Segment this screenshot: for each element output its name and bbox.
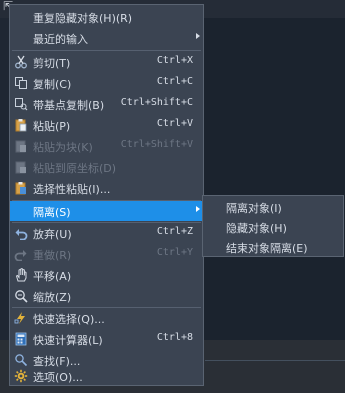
menu-item-label: 带基点复制(B): [33, 99, 105, 112]
menu-item-paste-original-coords: 粘贴到原坐标(D): [10, 157, 203, 177]
menu-item-undo[interactable]: 放弃(U) Ctrl+Z: [10, 223, 203, 243]
command-line-divider: [205, 360, 345, 361]
submenu-item-label: 隔离对象(I): [226, 202, 282, 215]
menu-item-label: 缩放(Z): [33, 291, 72, 304]
menu-item-quick-select[interactable]: 快速选择(Q)...: [10, 308, 203, 328]
menu-item-label: 剪切(T): [33, 57, 71, 70]
menu-separator: [12, 50, 201, 51]
isolate-submenu: 隔离对象(I) 隐藏对象(H) 结束对象隔离(E): [202, 195, 344, 257]
menu-item-label: 选项(O)...: [33, 371, 83, 384]
menu-item-label: 粘贴到原坐标(D): [33, 162, 117, 175]
menu-item-label: 快速计算器(L): [33, 334, 103, 347]
undo-icon: [15, 229, 28, 240]
submenu-item-end-isolation[interactable]: 结束对象隔离(E): [203, 237, 343, 257]
menu-item-label: 粘贴为块(K): [33, 141, 93, 154]
submenu-item-isolate-objects[interactable]: 隔离对象(I): [203, 197, 343, 217]
pan-hand-icon: [15, 268, 27, 282]
menu-item-redo: 重做(R) Ctrl+Y: [10, 244, 203, 264]
menu-item-copy[interactable]: 复制(C) Ctrl+C: [10, 73, 203, 93]
menu-item-label: 复制(C): [33, 78, 72, 91]
zoom-icon: [15, 290, 28, 303]
menu-item-zoom[interactable]: 缩放(Z): [10, 286, 203, 306]
menu-item-copy-basepoint[interactable]: 带基点复制(B) Ctrl+Shift+C: [10, 94, 203, 114]
copy-icon: [15, 77, 27, 89]
menu-item-repeat-hide[interactable]: 重复隐藏对象(H)(R): [10, 7, 203, 27]
options-gear-icon: [14, 369, 28, 383]
menu-item-shortcut: Ctrl+8: [156, 332, 193, 343]
menu-item-quick-calc[interactable]: 快速计算器(L) Ctrl+8: [10, 329, 203, 349]
menu-item-label: 快速选择(Q)...: [33, 313, 105, 326]
redo-icon: [14, 250, 27, 261]
menu-item-shortcut: Ctrl+Y: [156, 247, 193, 258]
menu-item-pan[interactable]: 平移(A): [10, 265, 203, 285]
menu-item-shortcut: Ctrl+X: [156, 55, 193, 66]
menu-item-label: 重复隐藏对象(H)(R): [33, 12, 133, 25]
submenu-arrow-icon: [196, 206, 200, 212]
submenu-item-label: 隐藏对象(H): [226, 222, 287, 235]
menu-item-shortcut: Ctrl+Z: [156, 226, 193, 237]
menu-item-label: 粘贴(P): [33, 120, 71, 133]
paste-original-coords-icon: [15, 161, 26, 174]
menu-item-label: 平移(A): [33, 270, 72, 283]
context-menu: 重复隐藏对象(H)(R) 最近的输入 剪切(T) Ctrl+X 复制(C) Ct…: [9, 4, 204, 386]
menu-item-label: 隔离(S): [33, 206, 71, 219]
menu-item-paste-as-block: 粘贴为块(K) Ctrl+Shift+V: [10, 136, 203, 156]
submenu-arrow-icon: [196, 33, 200, 39]
submenu-item-hide-objects[interactable]: 隐藏对象(H): [203, 217, 343, 237]
menu-item-paste-special[interactable]: 选择性粘贴(I)...: [10, 178, 203, 198]
menu-item-shortcut: Ctrl+Shift+V: [120, 139, 193, 150]
menu-item-paste[interactable]: 粘贴(P) Ctrl+V: [10, 115, 203, 135]
menu-item-label: 选择性粘贴(I)...: [33, 183, 111, 196]
menu-item-isolate[interactable]: 隔离(S): [10, 201, 203, 221]
menu-item-label: 最近的输入: [33, 33, 88, 46]
find-icon: [15, 354, 28, 367]
menu-item-label: 重做(R): [33, 249, 72, 262]
calculator-icon: [15, 332, 27, 346]
menu-item-shortcut: Ctrl+V: [156, 118, 193, 129]
menu-item-shortcut: Ctrl+C: [156, 76, 193, 87]
menu-item-recent-input[interactable]: 最近的输入: [10, 28, 203, 48]
menu-item-options[interactable]: 选项(O)...: [10, 366, 203, 386]
copy-basepoint-icon: [15, 98, 28, 111]
paste-special-icon: [15, 182, 26, 195]
menu-item-cut[interactable]: 剪切(T) Ctrl+X: [10, 52, 203, 72]
quick-select-icon: [14, 312, 25, 324]
drawing-area[interactable]: [204, 18, 345, 340]
paste-icon: [15, 119, 27, 132]
scissors-icon: [15, 55, 27, 69]
paste-block-icon: [15, 140, 26, 153]
submenu-item-label: 结束对象隔离(E): [226, 242, 308, 255]
menu-item-label: 放弃(U): [33, 228, 72, 241]
menu-item-shortcut: Ctrl+Shift+C: [120, 97, 193, 108]
